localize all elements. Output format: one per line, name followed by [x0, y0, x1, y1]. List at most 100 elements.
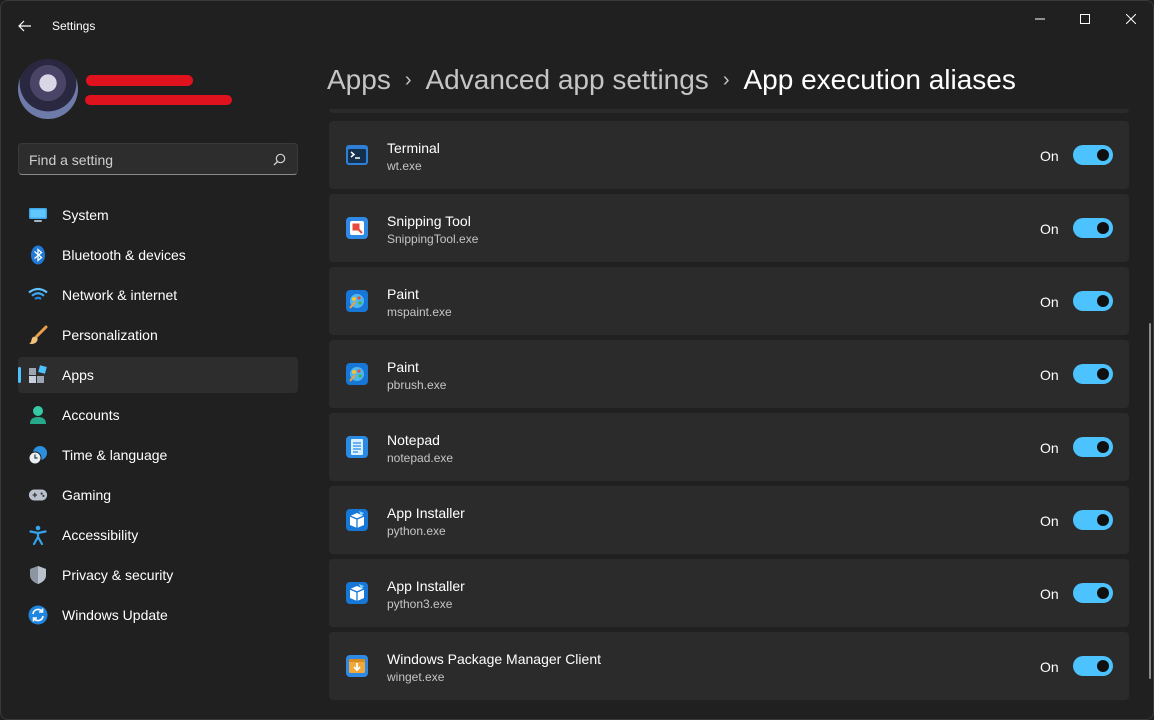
system-icon: [28, 205, 48, 225]
paint-icon: [346, 290, 368, 312]
gaming-icon: [28, 485, 48, 505]
sidebar-item-label: Privacy & security: [62, 567, 174, 583]
active-indicator: [18, 367, 21, 383]
alias-exe-name: notepad.exe: [387, 451, 454, 465]
toggle-state-label: On: [1040, 367, 1059, 383]
sidebar-item-apps[interactable]: Apps: [18, 357, 298, 393]
toggle-knob: [1097, 222, 1109, 234]
app-title: Settings: [52, 19, 96, 33]
sidebar-item-label: Windows Update: [62, 607, 168, 623]
alias-row-notepad: Notepad notepad.exe On: [329, 413, 1129, 481]
package-manager-icon: [346, 655, 368, 677]
toggle-state-label: On: [1040, 586, 1059, 602]
sidebar-item-label: Network & internet: [62, 287, 178, 303]
toggle-knob: [1097, 295, 1109, 307]
sidebar-item-gaming[interactable]: Gaming: [18, 477, 298, 513]
app-installer-icon: [346, 509, 368, 531]
maximize-icon: [1080, 14, 1090, 24]
toggle-state-label: On: [1040, 440, 1059, 456]
minimize-button[interactable]: [1017, 5, 1063, 33]
wifi-icon: [28, 285, 48, 305]
app-installer-icon: [346, 582, 368, 604]
sidebar-item-label: Gaming: [62, 487, 112, 503]
profile-avatar[interactable]: [18, 59, 78, 119]
sidebar-item-personalization[interactable]: Personalization: [18, 317, 298, 353]
toggle-knob: [1097, 441, 1109, 453]
vertical-scrollbar[interactable]: [1149, 323, 1151, 679]
sidebar-item-bluetooth-devices[interactable]: Bluetooth & devices: [18, 237, 298, 273]
accounts-icon: [28, 405, 48, 425]
sidebar-item-privacy-security[interactable]: Privacy & security: [18, 557, 298, 593]
alias-exe-name: python.exe: [387, 524, 446, 538]
sidebar-nav: System Bluetooth & devices Network & int…: [18, 197, 298, 637]
title-bar: Settings: [1, 1, 1153, 49]
sidebar-item-accounts[interactable]: Accounts: [18, 397, 298, 433]
sidebar-item-label: Time & language: [62, 447, 168, 463]
alias-exe-name: pbrush.exe: [387, 378, 447, 392]
update-icon: [28, 605, 48, 625]
alias-toggle[interactable]: [1073, 510, 1113, 530]
alias-row-paint-mspaint: Paint mspaint.exe On: [329, 267, 1129, 335]
alias-toggle[interactable]: [1073, 145, 1113, 165]
redacted-user-name: [86, 75, 193, 86]
close-button[interactable]: [1108, 5, 1153, 33]
alias-row-paint-pbrush: Paint pbrush.exe On: [329, 340, 1129, 408]
sidebar-item-accessibility[interactable]: Accessibility: [18, 517, 298, 553]
back-button[interactable]: [11, 13, 39, 39]
alias-row-app-installer-python: App Installer python.exe On: [329, 486, 1129, 554]
alias-toggle[interactable]: [1073, 291, 1113, 311]
breadcrumb: Apps › Advanced app settings › App execu…: [327, 60, 1016, 100]
alias-exe-name: python3.exe: [387, 597, 453, 611]
alias-toggle[interactable]: [1073, 218, 1113, 238]
alias-app-name: Windows Package Manager Client: [387, 651, 601, 667]
alias-app-name: Snipping Tool: [387, 213, 471, 229]
alias-toggle[interactable]: [1073, 437, 1113, 457]
sidebar-item-windows-update[interactable]: Windows Update: [18, 597, 298, 633]
accessibility-icon: [28, 525, 48, 545]
sidebar-item-time-language[interactable]: Time & language: [18, 437, 298, 473]
toggle-knob: [1097, 368, 1109, 380]
list-item-partial: [329, 109, 1129, 113]
sidebar-item-network-internet[interactable]: Network & internet: [18, 277, 298, 313]
alias-toggle[interactable]: [1073, 583, 1113, 603]
sidebar-item-label: System: [62, 207, 109, 223]
alias-row-app-installer-python3: App Installer python3.exe On: [329, 559, 1129, 627]
notepad-icon: [346, 436, 368, 458]
sidebar-item-label: Personalization: [62, 327, 158, 343]
sidebar-item-system[interactable]: System: [18, 197, 298, 233]
brush-icon: [28, 325, 48, 345]
alias-app-name: App Installer: [387, 505, 465, 521]
alias-toggle[interactable]: [1073, 364, 1113, 384]
search-input[interactable]: Find a setting: [18, 143, 298, 175]
breadcrumb-advanced-app-settings[interactable]: Advanced app settings: [426, 64, 709, 96]
toggle-knob: [1097, 149, 1109, 161]
settings-window: Settings Find a setting System Bluetooth…: [0, 0, 1154, 720]
bluetooth-icon: [28, 245, 48, 265]
alias-exe-name: winget.exe: [387, 670, 445, 684]
paint-icon: [346, 363, 368, 385]
toggle-state-label: On: [1040, 659, 1059, 675]
toggle-knob: [1097, 587, 1109, 599]
alias-toggle[interactable]: [1073, 656, 1113, 676]
search-icon[interactable]: [273, 153, 286, 166]
alias-app-name: Notepad: [387, 432, 440, 448]
chevron-right-icon: ›: [722, 68, 730, 91]
redacted-user-email: [85, 95, 232, 105]
alias-row-snipping-tool: Snipping Tool SnippingTool.exe On: [329, 194, 1129, 262]
toggle-knob: [1097, 514, 1109, 526]
alias-list: Terminal wt.exe On Snipping Tool Snippin…: [329, 109, 1129, 719]
alias-app-name: Paint: [387, 286, 419, 302]
snipping-tool-icon: [346, 217, 368, 239]
maximize-button[interactable]: [1062, 5, 1108, 33]
page-title: App execution aliases: [743, 64, 1016, 95]
sidebar-item-label: Accessibility: [62, 527, 139, 543]
alias-row-terminal: Terminal wt.exe On: [329, 121, 1129, 189]
back-arrow-icon: [18, 20, 31, 32]
apps-icon: [28, 365, 48, 385]
alias-app-name: Paint: [387, 359, 419, 375]
chevron-right-icon: ›: [404, 68, 412, 91]
sidebar-item-label: Apps: [62, 367, 94, 383]
alias-exe-name: SnippingTool.exe: [387, 232, 479, 246]
breadcrumb-apps[interactable]: Apps: [327, 64, 391, 96]
alias-row-winget: Windows Package Manager Client winget.ex…: [329, 632, 1129, 700]
